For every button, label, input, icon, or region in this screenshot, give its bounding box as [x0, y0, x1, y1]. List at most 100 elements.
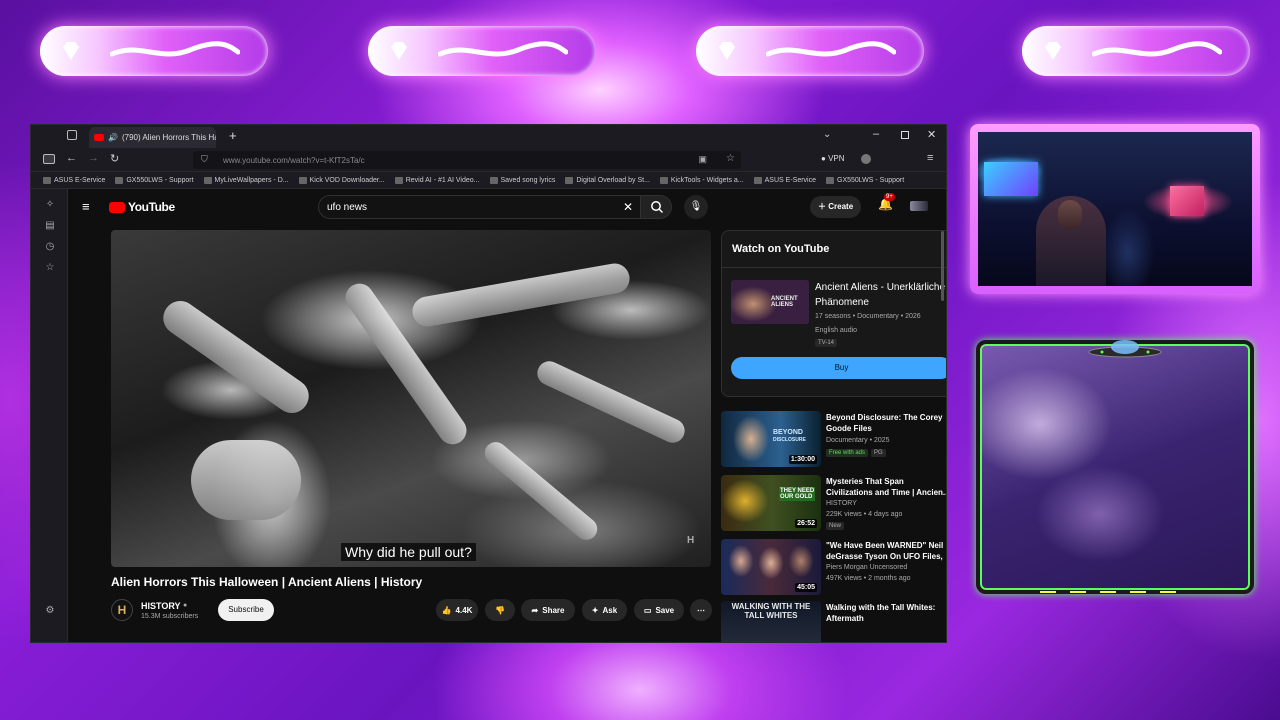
screenshot-icon[interactable]: ▣: [698, 154, 707, 165]
maximize-button[interactable]: [901, 131, 909, 139]
video-player[interactable]: H Why did he pull out?: [111, 230, 711, 567]
save-button[interactable]: ▭ Save: [634, 599, 684, 621]
bookmark-item[interactable]: GX550LWS - Support: [826, 176, 904, 184]
video-title[interactable]: "We Have Been WARNED" Neil deGrasse Tyso…: [826, 540, 946, 562]
video-thumbnail[interactable]: 45:05: [721, 539, 821, 595]
channel-name: Piers Morgan Uncensored: [826, 564, 908, 571]
panel-title[interactable]: Ancient Aliens - Unerklärliche Phänomene: [815, 280, 946, 310]
free-with-ads-badge: Free with ads: [826, 449, 869, 457]
bookmark-favicon-icon: [298, 176, 307, 184]
history-watermark-icon: H: [687, 535, 695, 546]
hamburger-icon[interactable]: ≡: [82, 199, 90, 214]
shield-icon: ⛉: [201, 154, 208, 164]
back-icon[interactable]: ←: [66, 152, 77, 164]
bookmark-favicon-icon: [489, 176, 498, 184]
bone-image: [156, 294, 316, 420]
menu-icon[interactable]: ≡: [927, 152, 933, 164]
bookmark-item[interactable]: Revid AI - #1 AI Video...: [394, 176, 480, 184]
new-badge: New: [826, 522, 845, 530]
buy-button[interactable]: Buy: [731, 357, 946, 379]
extension-icon[interactable]: [861, 154, 871, 164]
search-button[interactable]: [640, 195, 672, 219]
thumbnail-text: BEYOND DISCLOSURE: [773, 429, 806, 443]
recommendation-item[interactable]: THEY NEED OUR GOLD 26:52 Mysteries That S…: [721, 475, 946, 533]
verified-icon: ●: [183, 602, 188, 609]
search-input[interactable]: ufo news ✕: [318, 195, 642, 219]
save-icon: ▭: [643, 605, 652, 615]
bone-image: [480, 437, 602, 545]
video-title[interactable]: Beyond Disclosure: The Corey Goode Files: [826, 412, 946, 434]
youtube-page: ≡ YouTube ufo news ✕ 🎙 ＋ Create 🔔 9+ H W…: [68, 189, 946, 642]
chat-window: [976, 340, 1254, 594]
avatar[interactable]: [910, 201, 928, 211]
bookmark-item[interactable]: Digital Overload by St...: [565, 176, 650, 184]
diamond-icon: [1045, 42, 1061, 60]
tab-list-icon[interactable]: ⌄: [823, 129, 831, 140]
wallet-icon[interactable]: ▤: [45, 221, 55, 231]
recommendation-item[interactable]: 45:05 "We Have Been WARNED" Neil deGrass…: [721, 539, 946, 597]
channel-avatar[interactable]: H: [111, 599, 133, 621]
bookmark-item[interactable]: Kick VOD Downloader...: [298, 176, 385, 184]
stream-banner: [696, 26, 924, 76]
diamond-icon: [719, 42, 735, 60]
bookmark-item[interactable]: ASUS E-Service: [43, 176, 105, 184]
recommendation-item[interactable]: BEYOND DISCLOSURE 1:30:00 Beyond Disclosu…: [721, 411, 946, 469]
favorites-icon[interactable]: ☆: [45, 263, 55, 273]
new-tab-button[interactable]: +: [229, 128, 237, 143]
youtube-logo[interactable]: YouTube: [109, 200, 175, 214]
share-icon: ➦: [531, 605, 539, 615]
bookmark-item[interactable]: MyLiveWallpapers - D...: [203, 176, 289, 184]
history-icon[interactable]: ◷: [45, 242, 55, 252]
bookmark-item[interactable]: ASUS E-Service: [753, 176, 816, 184]
forward-icon[interactable]: →: [88, 152, 99, 164]
bookmark-item[interactable]: Saved song lyrics: [489, 176, 555, 184]
bookmark-star-icon[interactable]: ☆: [726, 153, 735, 164]
bookmark-item[interactable]: KickTools - Widgets a...: [659, 176, 744, 184]
clear-search-icon[interactable]: ✕: [623, 200, 633, 214]
video-title[interactable]: Walking with the Tall Whites: Aftermath: [826, 602, 946, 624]
bookmark-favicon-icon: [203, 176, 212, 184]
vpn-badge[interactable]: ● VPN: [821, 154, 845, 163]
close-window-button[interactable]: ✕: [927, 128, 936, 141]
panel-audio: English audio: [815, 327, 858, 334]
reload-icon[interactable]: ↻: [110, 152, 119, 165]
dislike-button[interactable]: 👎: [485, 599, 515, 621]
like-button[interactable]: 👍 4.4K: [436, 599, 478, 621]
recommendation-item[interactable]: WALKING WITH THE TALL WHITES Walking wit…: [721, 601, 946, 642]
stream-banner: [40, 26, 268, 76]
video-title[interactable]: Mysteries That Span Civilizations and Ti…: [826, 476, 946, 498]
share-button[interactable]: ➦ Share: [521, 599, 575, 621]
tab-youtube[interactable]: 🔊 (790) Alien Horrors This Hal ✕: [89, 127, 216, 148]
ask-button[interactable]: ✦ Ask: [582, 599, 627, 621]
subscribe-button[interactable]: Subscribe: [218, 599, 274, 621]
minimize-button[interactable]: –: [873, 128, 879, 140]
sidebar-toggle-icon[interactable]: [43, 154, 55, 164]
ancient-aliens-thumbnail[interactable]: ANCIENT ALIENS: [731, 280, 809, 324]
video-meta: 497K views • 2 months ago: [826, 575, 911, 582]
monitor-image: [984, 162, 1038, 196]
url-field[interactable]: ⛉ www.youtube.com/watch?v=t-KfT2sTa/c ▣ …: [193, 151, 741, 169]
video-thumbnail[interactable]: THEY NEED OUR GOLD 26:52: [721, 475, 821, 531]
bone-image: [533, 357, 689, 447]
settings-icon[interactable]: ⚙: [45, 606, 55, 616]
voice-search-button[interactable]: 🎙: [684, 195, 708, 219]
more-actions-button[interactable]: ⋯: [690, 599, 712, 621]
thumbnail-text: WALKING WITH THE TALL WHITES: [731, 602, 811, 620]
workspaces-icon[interactable]: [67, 130, 77, 140]
bone-image: [410, 261, 632, 329]
youtube-favicon-icon: [94, 134, 104, 141]
video-thumbnail[interactable]: BEYOND DISCLOSURE 1:30:00: [721, 411, 821, 467]
ai-icon[interactable]: ✧: [45, 200, 55, 210]
channel-name[interactable]: HISTORY: [141, 601, 181, 611]
bookmark-item[interactable]: GX550LWS - Support: [115, 176, 194, 184]
video-thumbnail[interactable]: WALKING WITH THE TALL WHITES: [721, 601, 821, 642]
speaker-icon[interactable]: 🔊: [108, 133, 118, 142]
notification-badge: 9+: [884, 193, 895, 201]
scrollbar[interactable]: [941, 231, 944, 301]
tab-bar: 🔊 (790) Alien Horrors This Hal ✕ + ⌄ – ✕: [31, 125, 946, 148]
create-button[interactable]: ＋ Create: [810, 196, 862, 218]
search-icon: [651, 201, 664, 214]
bone-image: [191, 440, 301, 520]
watch-on-youtube-panel: Watch on YouTube ANCIENT ALIENS Ancient A…: [721, 230, 946, 397]
subtitle-caption: Why did he pull out?: [341, 543, 476, 561]
